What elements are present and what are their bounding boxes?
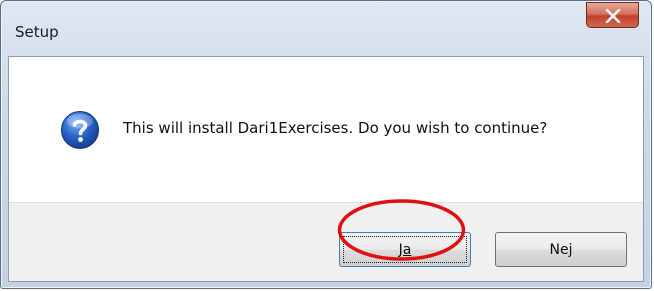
button-area: Ja Nej xyxy=(9,202,643,281)
window-title: Setup xyxy=(15,23,59,41)
close-icon xyxy=(605,9,621,23)
close-button[interactable] xyxy=(586,2,639,28)
setup-dialog-window: Setup This will install Dari1Exercises. … xyxy=(0,0,652,289)
focus-rect xyxy=(343,236,467,263)
yes-button[interactable]: Ja xyxy=(339,232,471,267)
dialog-message: This will install Dari1Exercises. Do you… xyxy=(123,119,548,137)
question-icon xyxy=(61,111,99,149)
dialog-body: This will install Dari1Exercises. Do you… xyxy=(8,56,644,282)
no-button-label: Nej xyxy=(549,241,573,258)
no-button[interactable]: Nej xyxy=(495,232,627,267)
title-bar[interactable]: Setup xyxy=(1,1,651,59)
